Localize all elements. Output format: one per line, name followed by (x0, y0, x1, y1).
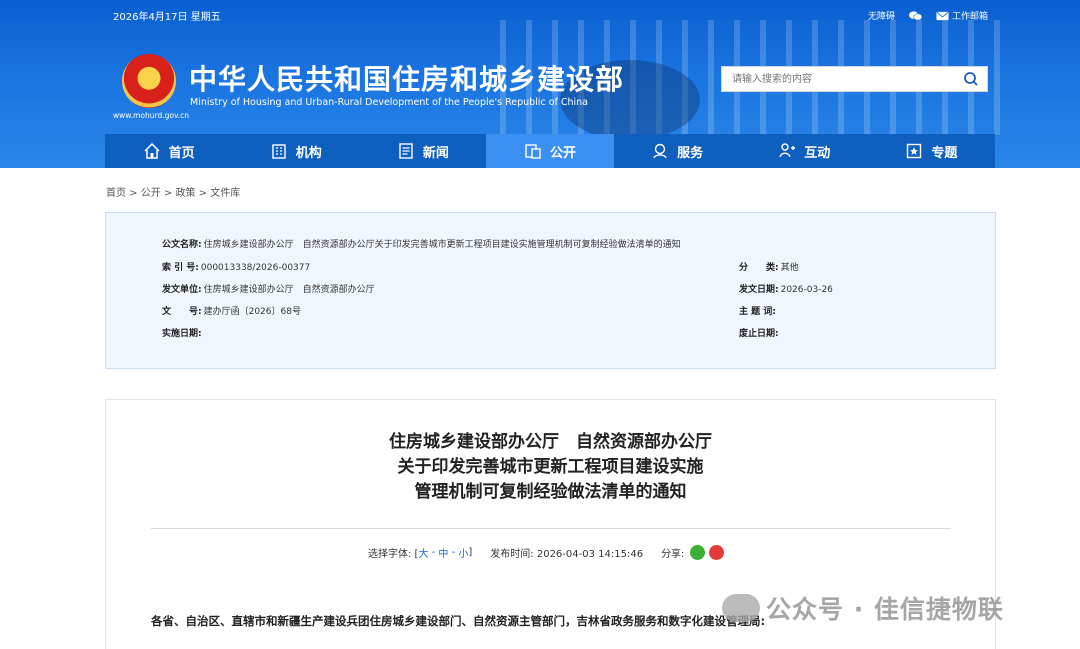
font-size-separator-1: - (428, 547, 439, 558)
share-label: 分享: (661, 549, 685, 560)
document-metadata-panel: 公文名称: 住房城乡建设部办公厅 自然资源部办公厅关于印发完善城市更新工程项目建设… (105, 212, 996, 369)
accessibility-link[interactable]: 无障碍 (868, 9, 895, 22)
open-info-icon (525, 144, 541, 159)
home-icon (144, 142, 160, 159)
nav-item-topic[interactable]: 专题 (868, 134, 995, 168)
nav-label-organization: 机构 (295, 145, 322, 161)
font-size-label: 选择字体: [ (368, 549, 419, 560)
meta-repeal-key: 废止日期: (739, 329, 779, 339)
news-icon (399, 143, 413, 159)
meta-docno-value: 建办厅函〔2026〕68号 (203, 307, 301, 317)
font-size-medium-button[interactable]: 中 (438, 545, 448, 560)
meta-repeal-row: 废止日期: (739, 326, 781, 339)
nav-label-home: 首页 (168, 145, 195, 161)
site-subtitle-en: Ministry of Housing and Urban-Rural Deve… (190, 97, 589, 108)
document-title: 住房城乡建设部办公厅 自然资源部办公厅 关于印发完善城市更新工程项目建设实施 管… (106, 430, 995, 505)
nav-label-news: 新闻 (422, 145, 449, 161)
font-size-separator-2: - (448, 547, 459, 558)
document-title-line-1: 住房城乡建设部办公厅 自然资源部办公厅 (389, 432, 712, 452)
meta-date-key: 发文日期: (739, 285, 779, 295)
meta-issuer-value: 住房城乡建设部办公厅 自然资源部办公厅 (203, 285, 375, 295)
site-url: www.mohurd.gov.cn (113, 111, 190, 120)
nav-item-home[interactable]: 首页 (105, 134, 232, 168)
building-icon (272, 144, 286, 159)
topic-icon (907, 143, 922, 159)
wechat-icon[interactable] (908, 10, 922, 21)
meta-date-value: 2026-03-26 (780, 285, 833, 295)
nav-label-interaction: 互动 (804, 145, 831, 161)
search-input[interactable] (722, 67, 952, 91)
meta-title-key: 公文名称: (162, 240, 202, 250)
topbar-links: 无障碍 工作邮箱 (868, 9, 988, 22)
search-box (721, 66, 988, 92)
wechat-share-icon[interactable] (690, 545, 706, 560)
meta-subject-key: 主 题 词: (739, 307, 776, 317)
site-title[interactable]: 中华人民共和国住房和城乡建设部 (189, 58, 624, 98)
watermark-text: 公众号 · 佳信捷物联 (766, 595, 1004, 624)
meta-title-value: 住房城乡建设部办公厅 自然资源部办公厅关于印发完善城市更新工程项目建设实施管理机… (203, 240, 681, 250)
font-size-close: ] (468, 547, 473, 558)
nav-item-open[interactable]: 公开 (486, 134, 614, 168)
current-date: 2026年4月17日 星期五 (113, 12, 221, 23)
wechat-watermark-icon (722, 594, 760, 622)
nav-label-open: 公开 (549, 145, 576, 161)
nav-item-organization[interactable]: 机构 (232, 134, 359, 168)
meta-issuer-key: 发文单位: (162, 285, 202, 295)
nav-label-topic: 专题 (931, 145, 958, 161)
title-divider (151, 528, 951, 529)
meta-impl-row: 实施日期: (162, 326, 204, 339)
mail-icon (936, 11, 949, 20)
document-title-line-2: 关于印发完善城市更新工程项目建设实施 (397, 457, 704, 477)
service-icon (653, 143, 667, 159)
meta-category-value: 其他 (780, 263, 799, 273)
meta-issuer-row: 发文单位: 住房城乡建设部办公厅 自然资源部办公厅 (162, 282, 375, 295)
nav-label-service: 服务 (677, 145, 704, 161)
breadcrumb[interactable]: 首页 > 公开 > 政策 > 文件库 (106, 184, 240, 199)
meta-category-key: 分 类: (739, 263, 779, 273)
mailbox-label: 工作邮箱 (951, 12, 988, 22)
meta-docno-key: 文 号: (162, 307, 202, 317)
publish-time: 发布时间: 2026-04-03 14:15:46 (490, 549, 644, 560)
document-salutation: 各省、自治区、直辖市和新疆生产建设兵团住房城乡建设部门、自然资源主管部门，吉林省… (151, 614, 766, 628)
meta-title-row: 公文名称: 住房城乡建设部办公厅 自然资源部办公厅关于印发完善城市更新工程项目建设… (162, 237, 681, 250)
meta-index-row: 索 引 号: 000013338/2026-00377 (162, 260, 310, 273)
meta-docno-row: 文 号: 建办厅函〔2026〕68号 (162, 304, 301, 317)
interaction-icon (779, 143, 796, 158)
main-nav: 首页 机构 新闻 公开 服务 互动 专题 (105, 134, 995, 168)
font-size-large-button[interactable]: 大 (418, 545, 428, 560)
meta-impl-key: 实施日期: (162, 329, 202, 339)
meta-category-row: 分 类: 其他 (739, 260, 799, 273)
site-header: 2026年4月17日 星期五 无障碍 工作邮箱 中华人民共和国住房和城乡建设部 … (0, 0, 1080, 168)
nav-item-service[interactable]: 服务 (614, 134, 741, 168)
font-size-small-button[interactable]: 小 (458, 545, 468, 560)
nav-item-news[interactable]: 新闻 (359, 134, 486, 168)
search-icon[interactable] (963, 71, 979, 87)
nav-item-interaction[interactable]: 互动 (741, 134, 868, 168)
meta-index-key: 索 引 号: (162, 263, 199, 273)
watermark: 公众号 · 佳信捷物联 (722, 590, 1004, 626)
document-title-line-3: 管理机制可复制经验做法清单的通知 (414, 482, 687, 502)
document-toolbar: 选择字体: [ 大 - 中 - 小 ] 发布时间: 2026-04-03 14:… (368, 545, 725, 560)
meta-subject-row: 主 题 词: (739, 304, 778, 317)
mailbox-link[interactable]: 工作邮箱 (936, 9, 988, 22)
meta-date-row: 发文日期: 2026-03-26 (739, 282, 833, 295)
meta-index-value: 000013338/2026-00377 (200, 263, 311, 273)
weibo-share-icon[interactable] (709, 545, 725, 560)
national-emblem-logo[interactable] (122, 54, 176, 108)
share-buttons (690, 545, 725, 560)
